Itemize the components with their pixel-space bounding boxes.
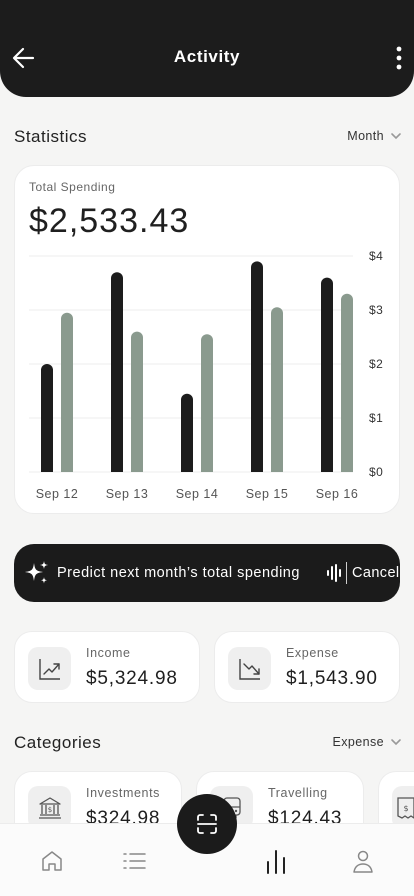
app-header: Activity <box>0 0 414 97</box>
x-tick-label: Sep 14 <box>176 487 219 501</box>
page-title: Activity <box>173 47 241 66</box>
scan-icon <box>197 814 217 834</box>
bar-series-2[interactable] <box>131 331 143 472</box>
bar-series-1[interactable] <box>181 393 193 472</box>
x-tick-label: Sep 15 <box>246 487 289 501</box>
x-tick-label: Sep 13 <box>106 487 149 501</box>
sparkles-icon <box>25 561 48 584</box>
svg-text:$: $ <box>403 804 408 813</box>
chevron-down-icon <box>391 739 401 746</box>
user-icon[interactable] <box>350 848 376 874</box>
chevron-down-icon <box>391 133 401 140</box>
spending-chart-card: Total Spending $2,533.43 $0 $1 $2 $3 $4 Sep 1… <box>14 165 400 514</box>
statistics-title: Statistics <box>14 127 88 146</box>
y-tick-label: $1 <box>369 411 383 425</box>
cancel-button[interactable]: Cancel <box>352 565 400 581</box>
trend-up-icon <box>28 647 71 690</box>
y-tick-label: $3 <box>369 303 383 317</box>
category-label: Travelling <box>268 786 328 800</box>
bar-series-2[interactable] <box>271 307 283 472</box>
y-tick-label: $0 <box>369 465 383 479</box>
category-label: Investments <box>86 786 160 800</box>
bar-base <box>131 466 143 472</box>
predict-text: Predict next month’s total spending <box>57 565 300 581</box>
y-tick-label: $2 <box>369 357 383 371</box>
bar-base <box>61 466 73 472</box>
period-dropdown[interactable]: Month <box>347 129 402 143</box>
chart-icon[interactable] <box>263 848 289 874</box>
bar-base <box>271 466 283 472</box>
expense-value: $1,543.90 <box>286 668 378 689</box>
spending-bar-chart: $0 $1 $2 $3 $4 Sep 12 Sep 13 Sep 14 Sep 15 Sep 16 <box>29 249 383 501</box>
category-filter-dropdown[interactable]: Expense <box>333 735 402 749</box>
y-tick-label: $4 <box>369 249 383 263</box>
expense-label: Expense <box>286 646 339 660</box>
bar-series-1[interactable] <box>251 261 263 472</box>
bar-series-2[interactable] <box>341 293 353 472</box>
voice-wave-icon[interactable] <box>326 564 342 582</box>
bar-base <box>201 466 213 472</box>
bar-base <box>41 466 53 472</box>
bar-base <box>111 466 123 472</box>
x-tick-label: Sep 16 <box>316 487 359 501</box>
more-vertical-icon[interactable] <box>392 44 406 72</box>
trend-down-icon <box>228 647 271 690</box>
svg-text:$: $ <box>47 806 51 814</box>
income-label: Income <box>86 646 131 660</box>
scan-button[interactable] <box>177 794 237 854</box>
period-dropdown-label: Month <box>347 129 384 143</box>
income-card[interactable]: Income $5,324.98 <box>14 631 200 703</box>
category-filter-label: Expense <box>332 735 384 749</box>
home-icon[interactable] <box>39 848 65 874</box>
list-icon[interactable] <box>121 848 147 874</box>
bar-base <box>321 466 333 472</box>
divider <box>346 562 347 584</box>
bar-series-1[interactable] <box>111 272 123 472</box>
bar-base <box>251 466 263 472</box>
bar-base <box>181 466 193 472</box>
x-tick-label: Sep 12 <box>36 487 79 501</box>
income-value: $5,324.98 <box>86 668 178 689</box>
categories-title: Categories <box>14 733 102 752</box>
bar-series-1[interactable] <box>41 364 53 472</box>
bar-series-1[interactable] <box>321 277 333 472</box>
bar-series-2[interactable] <box>201 334 213 472</box>
bar-series-2[interactable] <box>61 312 73 472</box>
bar-base <box>341 466 353 472</box>
predict-bar[interactable]: Predict next month’s total spending Canc… <box>14 544 400 602</box>
expense-card[interactable]: Expense $1,543.90 <box>214 631 400 703</box>
